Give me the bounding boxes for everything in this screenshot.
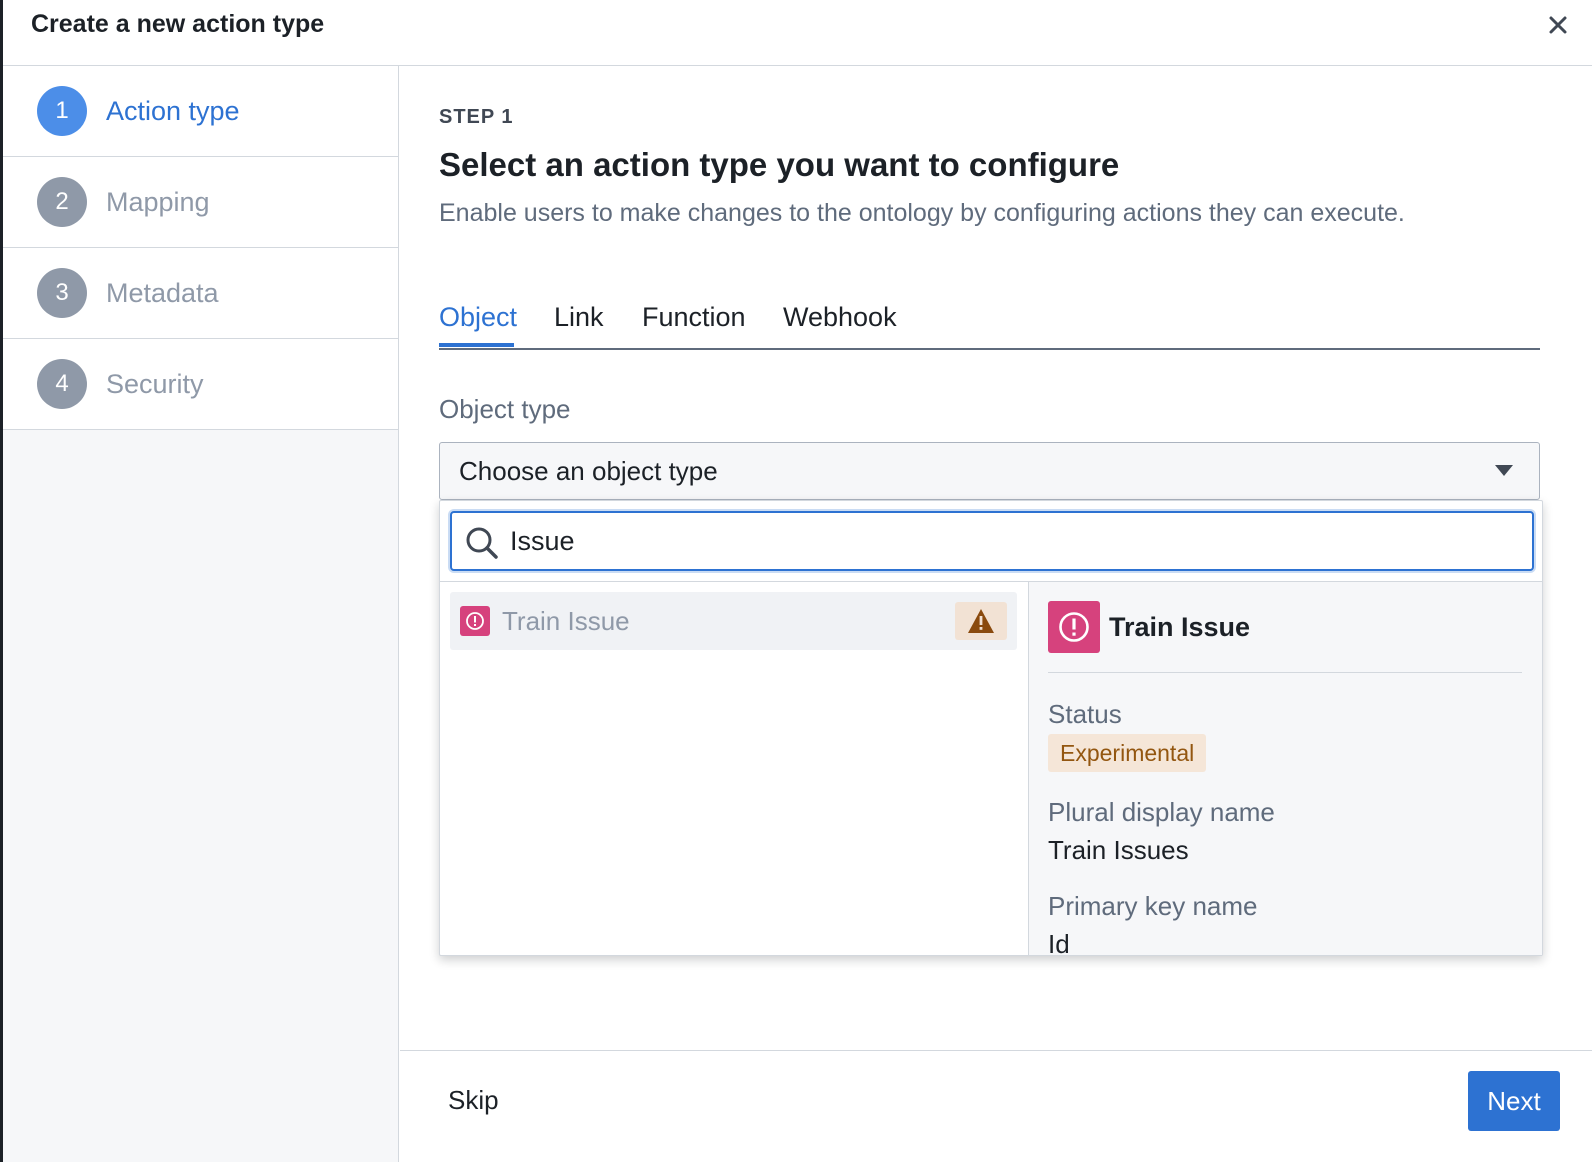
- object-type-popover: Train Issue Train Issue: [439, 500, 1543, 956]
- sidebar-step-mapping[interactable]: 2 Mapping: [3, 157, 398, 248]
- status-badge: Experimental: [1048, 734, 1207, 772]
- action-type-tabs: Object Link Function Webhook: [439, 296, 1540, 350]
- close-button[interactable]: [1543, 10, 1573, 40]
- search-icon: [466, 527, 498, 559]
- step-label: Action type: [106, 95, 240, 126]
- object-type-label: Object type: [439, 394, 571, 424]
- plural-name-label: Plural display name: [1048, 797, 1275, 827]
- step-number: 4: [37, 359, 87, 409]
- object-detail-pane: Train Issue Status Experimental Plural d…: [1029, 582, 1542, 955]
- sidebar-step-action-type[interactable]: 1 Action type: [3, 66, 398, 157]
- step-label: Mapping: [106, 186, 210, 217]
- tab-function[interactable]: Function: [642, 302, 746, 333]
- step-number: 3: [37, 268, 87, 318]
- detail-title: Train Issue: [1109, 612, 1251, 642]
- warning-icon: [968, 609, 994, 633]
- dialog-header: Create a new action type: [3, 0, 1592, 66]
- tab-object[interactable]: Object: [439, 302, 517, 333]
- status-label: Status: [1048, 699, 1122, 729]
- close-icon: [1549, 16, 1567, 34]
- issue-icon: [1048, 601, 1100, 653]
- step-number: 1: [37, 86, 87, 136]
- step-number: 2: [37, 177, 87, 227]
- object-type-select-placeholder: Choose an object type: [459, 456, 718, 486]
- tab-webhook[interactable]: Webhook: [783, 302, 897, 333]
- object-type-select[interactable]: Choose an object type: [439, 442, 1540, 500]
- create-action-type-dialog: Create a new action type 1 Action type 2…: [0, 0, 1592, 1162]
- search-field[interactable]: [450, 511, 1534, 571]
- primary-key-label: Primary key name: [1048, 891, 1258, 921]
- search-input[interactable]: [510, 519, 1520, 563]
- caret-down-icon: [1495, 465, 1513, 476]
- detail-divider: [1048, 672, 1522, 673]
- sidebar-step-security[interactable]: 4 Security: [3, 339, 398, 430]
- list-item-label: Train Issue: [502, 606, 630, 636]
- page-description: Enable users to make changes to the onto…: [439, 199, 1405, 227]
- tab-link[interactable]: Link: [554, 302, 604, 333]
- page-title: Select an action type you want to config…: [439, 146, 1120, 183]
- step-kicker: STEP 1: [439, 106, 514, 128]
- dialog-title: Create a new action type: [31, 10, 325, 38]
- steps-sidebar: 1 Action type 2 Mapping 3 Metadata 4 Sec…: [3, 66, 399, 1162]
- sidebar-step-metadata[interactable]: 3 Metadata: [3, 248, 398, 339]
- skip-button[interactable]: Skip: [448, 1085, 499, 1116]
- plural-name-value: Train Issues: [1048, 835, 1189, 865]
- warning-badge: [955, 602, 1007, 640]
- primary-key-value: Id: [1048, 929, 1070, 955]
- next-button[interactable]: Next: [1468, 1071, 1560, 1131]
- step-label: Security: [106, 368, 204, 399]
- dialog-footer: Skip Next: [400, 1050, 1592, 1162]
- step-label: Metadata: [106, 277, 219, 308]
- results-list: Train Issue: [440, 582, 1028, 955]
- list-item-train-issue[interactable]: Train Issue: [450, 592, 1017, 650]
- issue-icon: [460, 606, 490, 636]
- active-tab-indicator: [439, 343, 514, 347]
